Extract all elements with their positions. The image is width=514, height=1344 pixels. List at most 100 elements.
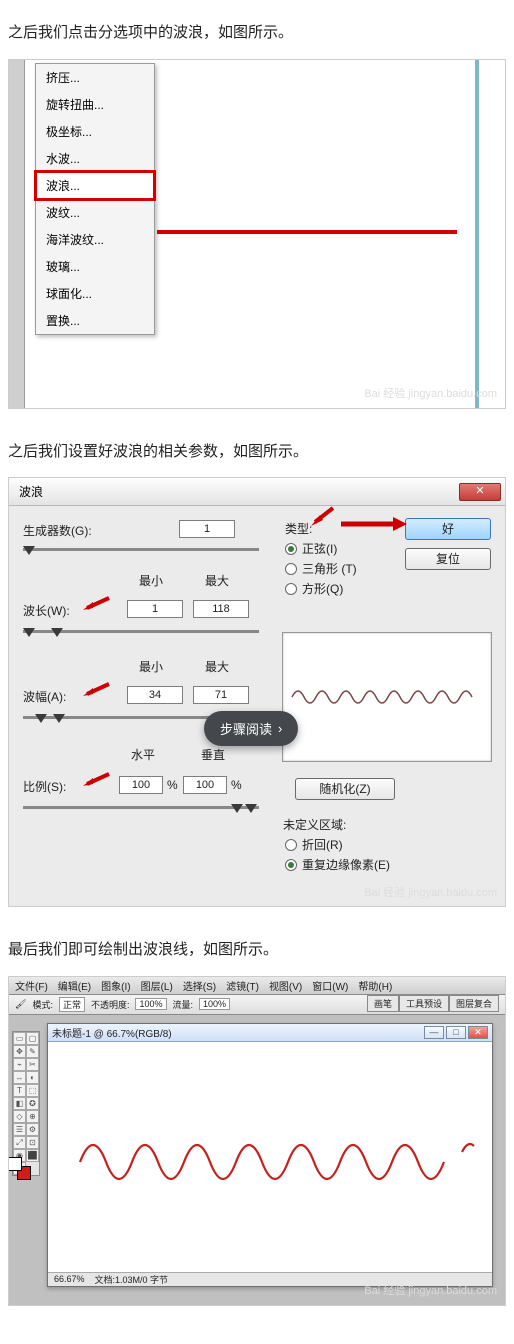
menubar-item[interactable]: 编辑(E)	[58, 978, 91, 993]
wrap-radio[interactable]: 折回(R)	[285, 836, 343, 853]
ok-button[interactable]: 好	[405, 518, 491, 540]
maximize-icon[interactable]: □	[446, 1026, 466, 1039]
dialog-titlebar: 波浪 ✕	[9, 478, 505, 506]
menu-item[interactable]: 波纹...	[36, 199, 154, 226]
document-canvas[interactable]	[48, 1042, 492, 1272]
menu-item[interactable]: 波浪...	[36, 172, 154, 199]
filter-submenu-distort[interactable]: 挤压...旋转扭曲...极坐标...水波...波浪...波纹...海洋波纹...…	[35, 63, 155, 335]
mode-label: 模式:	[32, 998, 53, 1011]
close-icon: ✕	[475, 486, 484, 497]
generators-input[interactable]: 1	[179, 520, 235, 538]
menubar-item[interactable]: 帮助(H)	[358, 978, 392, 993]
step3-caption: 最后我们即可绘制出波浪线，如图所示。	[8, 939, 506, 962]
undefined-area-label: 未定义区域:	[283, 816, 346, 833]
minimize-icon[interactable]: —	[424, 1026, 444, 1039]
scale-slider[interactable]	[23, 804, 259, 818]
menu-item[interactable]: 置换...	[36, 307, 154, 334]
menubar-item[interactable]: 选择(S)	[183, 978, 216, 993]
tool-button[interactable]: ⊕	[26, 1110, 39, 1123]
dialog-title: 波浪	[19, 483, 43, 500]
tool-button[interactable]: ◧	[13, 1097, 26, 1110]
menu-item[interactable]: 海洋波纹...	[36, 226, 154, 253]
tool-button[interactable]: T	[13, 1084, 26, 1097]
zoom-value[interactable]: 66.67%	[54, 1274, 85, 1284]
palette-tab[interactable]: 画笔	[367, 995, 399, 1012]
close-icon[interactable]: ✕	[468, 1026, 488, 1039]
menubar-item[interactable]: 视图(V)	[269, 978, 302, 993]
palette-tab[interactable]: 图层复合	[449, 995, 499, 1012]
repeat-edge-radio[interactable]: 重复边缘像素(E)	[285, 856, 390, 873]
generators-slider[interactable]	[23, 546, 259, 560]
menubar-item[interactable]: 文件(F)	[15, 978, 48, 993]
reset-button[interactable]: 复位	[405, 548, 491, 570]
menubar-item[interactable]: 窗口(W)	[312, 978, 348, 993]
color-swatch[interactable]	[13, 1162, 26, 1175]
app-menubar[interactable]: 文件(F) 编辑(E) 图象(I) 图层(L) 选择(S) 滤镜(T) 视图(V) 窗口(W)…	[9, 977, 505, 995]
type-triangle-radio[interactable]: 三角形 (T)	[285, 560, 357, 577]
flow-input[interactable]: 100%	[199, 998, 230, 1010]
tool-button[interactable]: ✎	[26, 1045, 39, 1058]
tool-button[interactable]: ✂	[26, 1058, 39, 1071]
watermark: Bai 经验 jingyan.baidu.com	[364, 887, 497, 900]
menu-item[interactable]: 球面化...	[36, 280, 154, 307]
scale-h-input[interactable]: 100	[119, 776, 163, 794]
tool-button[interactable]: ◇	[13, 1110, 26, 1123]
scale-v-input[interactable]: 100	[183, 776, 227, 794]
annotation-underline	[157, 230, 457, 234]
tool-button[interactable]: ☰	[13, 1123, 26, 1136]
step-read-pill[interactable]: 步骤阅读 ›	[204, 711, 298, 746]
percent-2: %	[231, 778, 242, 792]
min-label-1: 最小	[139, 572, 163, 589]
menubar-item[interactable]: 图层(L)	[141, 978, 173, 993]
tool-button[interactable]: ⬚	[26, 1084, 39, 1097]
menu-item[interactable]: 极坐标...	[36, 118, 154, 145]
tool-button[interactable]: ⚙	[26, 1123, 39, 1136]
palette-tab[interactable]: 工具预设	[399, 995, 449, 1012]
percent-1: %	[167, 778, 178, 792]
scale-label: 比例(S):	[23, 778, 66, 795]
doc-size: 文档:1.03M/0 字节	[95, 1273, 169, 1286]
tool-button[interactable]: ✥	[13, 1045, 26, 1058]
wavelength-min-input[interactable]: 1	[127, 600, 183, 618]
tool-button[interactable]: ▢	[26, 1032, 39, 1045]
wavelength-max-input[interactable]: 118	[193, 600, 249, 618]
amplitude-max-input[interactable]: 71	[193, 686, 249, 704]
menu-item[interactable]: 挤压...	[36, 64, 154, 91]
flow-label: 流量:	[173, 998, 194, 1011]
vertical-label: 垂直	[201, 746, 225, 763]
tools-palette[interactable]: ▭▢✥✎⌁✂↔◐T⬚◧✪◇⊕☰⚙⤢⊡◉⬛	[12, 1031, 40, 1176]
tool-button[interactable]: ⌁	[13, 1058, 26, 1071]
mode-select[interactable]: 正常	[59, 997, 85, 1012]
close-button[interactable]: ✕	[459, 483, 501, 501]
wave-line-icon	[48, 1042, 492, 1272]
max-label-2: 最大	[205, 658, 229, 675]
tool-button[interactable]: ✪	[26, 1097, 39, 1110]
opacity-input[interactable]: 100%	[135, 998, 166, 1010]
wavelength-slider[interactable]	[23, 628, 259, 642]
menu-item[interactable]: 旋转扭曲...	[36, 91, 154, 118]
wavelength-label: 波长(W):	[23, 602, 70, 619]
menu-item[interactable]: 水波...	[36, 145, 154, 172]
tool-button[interactable]: ◐	[26, 1071, 39, 1084]
menubar-item[interactable]: 图象(I)	[101, 978, 130, 993]
menubar-item[interactable]: 滤镜(T)	[226, 978, 259, 993]
radio-dot-icon	[285, 583, 297, 595]
tool-button[interactable]: ▭	[13, 1032, 26, 1045]
annotation-arrow-icon	[81, 594, 111, 616]
radio-dot-icon	[285, 839, 297, 851]
tool-button[interactable]: ⬛	[26, 1149, 39, 1162]
annotation-arrow-icon	[339, 516, 409, 532]
randomize-button[interactable]: 随机化(Z)	[295, 778, 395, 800]
type-square-radio[interactable]: 方形(Q)	[285, 580, 343, 597]
brush-preset-icon[interactable]: 🖌	[15, 999, 26, 1010]
annotation-arrow-icon	[307, 506, 337, 528]
palette-tabs[interactable]: 画笔工具预设图层复合	[367, 995, 499, 1012]
menu-item[interactable]: 玻璃...	[36, 253, 154, 280]
tool-button[interactable]: ↔	[13, 1071, 26, 1084]
tool-button[interactable]: ⤢	[13, 1136, 26, 1149]
type-sine-radio[interactable]: 正弦(I)	[285, 540, 337, 557]
document-titlebar: 未标题-1 @ 66.7%(RGB/8) — □ ✕	[48, 1024, 492, 1042]
document-title: 未标题-1 @ 66.7%(RGB/8)	[52, 1025, 172, 1040]
amplitude-min-input[interactable]: 34	[127, 686, 183, 704]
tool-button[interactable]: ⊡	[26, 1136, 39, 1149]
